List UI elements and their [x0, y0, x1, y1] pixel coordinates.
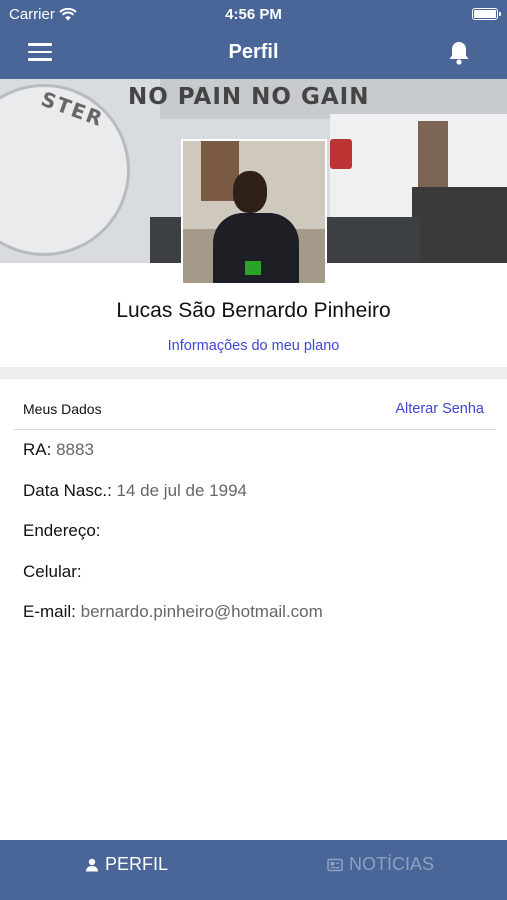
- profile-avatar[interactable]: [181, 139, 327, 285]
- field-email: E-mail: bernardo.pinheiro@hotmail.com: [23, 602, 323, 622]
- field-value: bernardo.pinheiro@hotmail.com: [80, 602, 323, 621]
- page-title: Perfil: [228, 41, 279, 63]
- status-bar: Carrier 4:56 PM: [0, 0, 507, 28]
- tab-news[interactable]: NOTÍCIAS: [327, 854, 434, 875]
- field-phone: Celular:: [23, 562, 82, 582]
- bell-icon[interactable]: [447, 40, 471, 66]
- field-label: Endereço:: [23, 521, 101, 540]
- card-divider: [14, 429, 495, 430]
- field-value: 14 de jul de 1994: [116, 481, 247, 500]
- battery-icon: [472, 8, 501, 20]
- avatar-head: [233, 171, 267, 213]
- field-label: Data Nasc.:: [23, 481, 112, 500]
- avatar-badge: [245, 261, 261, 275]
- tab-profile-label: PERFIL: [105, 854, 169, 874]
- newspaper-icon: [327, 858, 343, 871]
- clock: 4:56 PM: [225, 6, 282, 23]
- field-birthdate: Data Nasc.: 14 de jul de 1994: [23, 481, 247, 501]
- field-label: Celular:: [23, 562, 82, 581]
- change-password-link[interactable]: Alterar Senha: [395, 401, 484, 417]
- field-label: RA:: [23, 440, 52, 459]
- profile-name: Lucas São Bernardo Pinheiro: [116, 299, 391, 322]
- gym-banner-text: NO PAIN NO GAIN: [128, 84, 370, 110]
- tab-profile[interactable]: PERFIL: [85, 854, 168, 875]
- my-data-title: Meus Dados: [23, 401, 102, 417]
- field-address: Endereço:: [23, 521, 101, 541]
- field-value: 8883: [56, 440, 94, 459]
- tab-news-label: NOTÍCIAS: [349, 854, 435, 874]
- my-data-card: Meus Dados Alterar Senha RA: 8883 Data N…: [0, 379, 507, 645]
- cover-counter: [412, 187, 507, 263]
- person-icon: [86, 858, 98, 871]
- cover-door: [418, 121, 448, 189]
- section-separator: [0, 367, 507, 379]
- field-label: E-mail:: [23, 602, 76, 621]
- tab-bar: PERFIL NOTÍCIAS: [0, 840, 507, 900]
- plan-info-link[interactable]: Informações do meu plano: [0, 338, 507, 354]
- field-ra: RA: 8883: [23, 440, 94, 460]
- cover-machine: [330, 139, 352, 169]
- navigation-bar: Perfil: [0, 28, 507, 79]
